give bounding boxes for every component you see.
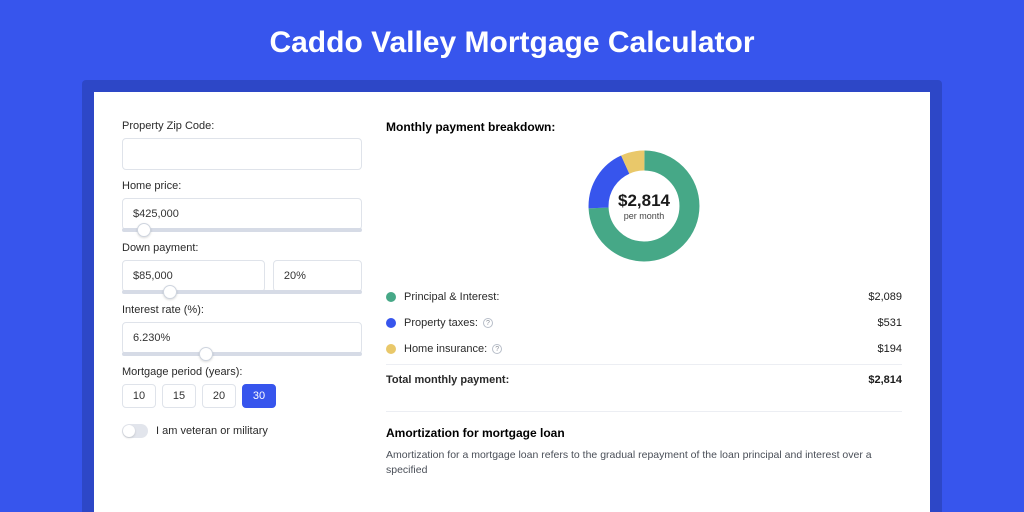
interest-label: Interest rate (%): [122,304,362,316]
legend-value: $194 [878,343,902,355]
donut-sub: per month [624,211,665,221]
home-price-label: Home price: [122,180,362,192]
period-options: 10152030 [122,384,362,408]
legend-label: Property taxes: [404,317,478,329]
period-btn-30[interactable]: 30 [242,384,276,408]
legend: Principal & Interest: $2,089 Property taxe… [386,284,902,362]
down-payment-slider[interactable] [122,290,362,294]
breakdown-column: Monthly payment breakdown: $2,814 per mo… [386,120,902,512]
down-payment-pct-input[interactable] [273,260,362,292]
legend-total-row: Total monthly payment: $2,814 [386,364,902,393]
interest-input[interactable] [122,322,362,354]
down-payment-group: Down payment: [122,242,362,294]
period-btn-20[interactable]: 20 [202,384,236,408]
down-payment-input[interactable] [122,260,265,292]
card-frame: Property Zip Code: Home price: Down paym… [82,80,942,512]
legend-row: Principal & Interest: $2,089 [386,284,902,310]
legend-total-value: $2,814 [868,374,902,386]
period-label: Mortgage period (years): [122,366,362,378]
period-btn-15[interactable]: 15 [162,384,196,408]
interest-slider[interactable] [122,352,362,356]
breakdown-title: Monthly payment breakdown: [386,120,902,134]
period-btn-10[interactable]: 10 [122,384,156,408]
interest-slider-thumb[interactable] [199,347,213,361]
home-price-input[interactable] [122,198,362,230]
legend-dot [386,344,396,354]
amortization-title: Amortization for mortgage loan [386,426,902,440]
home-price-slider-thumb[interactable] [137,223,151,237]
home-price-group: Home price: [122,180,362,232]
zip-group: Property Zip Code: [122,120,362,170]
home-price-slider[interactable] [122,228,362,232]
calculator-card: Property Zip Code: Home price: Down paym… [94,92,930,512]
down-payment-label: Down payment: [122,242,362,254]
amortization-text: Amortization for a mortgage loan refers … [386,448,902,477]
period-group: Mortgage period (years): 10152030 [122,366,362,408]
interest-group: Interest rate (%): [122,304,362,356]
donut-center: $2,814 per month [584,146,704,266]
legend-value: $2,089 [868,291,902,303]
legend-dot [386,292,396,302]
legend-row: Property taxes:? $531 [386,310,902,336]
info-icon[interactable]: ? [483,318,493,328]
legend-row: Home insurance:? $194 [386,336,902,362]
page-title: Caddo Valley Mortgage Calculator [0,0,1024,80]
amortization-section: Amortization for mortgage loan Amortizat… [386,411,902,477]
donut-value: $2,814 [618,191,670,211]
donut-chart: $2,814 per month [584,146,704,266]
form-column: Property Zip Code: Home price: Down paym… [122,120,362,512]
legend-label: Principal & Interest: [404,291,499,303]
veteran-row: I am veteran or military [122,424,362,438]
zip-label: Property Zip Code: [122,120,362,132]
veteran-label: I am veteran or military [156,425,268,437]
zip-input[interactable] [122,138,362,170]
legend-label: Home insurance: [404,343,487,355]
donut-wrap: $2,814 per month [386,146,902,266]
veteran-toggle[interactable] [122,424,148,438]
legend-value: $531 [878,317,902,329]
info-icon[interactable]: ? [492,344,502,354]
down-payment-slider-thumb[interactable] [163,285,177,299]
legend-dot [386,318,396,328]
legend-total-label: Total monthly payment: [386,374,509,386]
